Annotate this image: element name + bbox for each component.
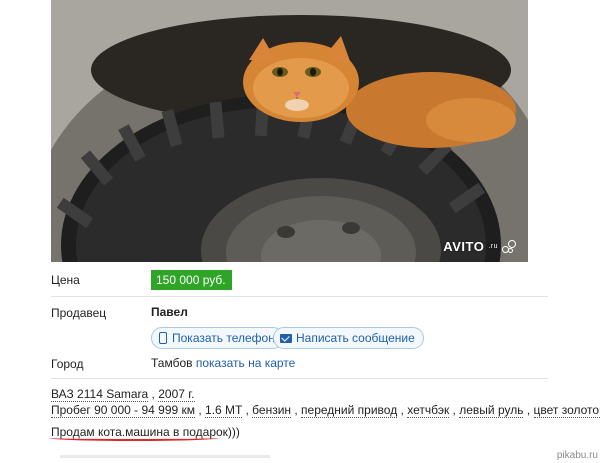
car-fuel: бензин (252, 403, 292, 418)
price-badge: 150 000 руб. (151, 270, 232, 290)
car-drive: передний привод (301, 403, 398, 418)
car-mileage: Пробег 90 000 - 94 999 км (51, 403, 195, 418)
show-phone-button[interactable]: Показать телефон (151, 327, 284, 349)
show-on-map-link[interactable]: показать на карте (196, 356, 296, 370)
description-line-1: ВАЗ 2114 Samara , 2007 г. (51, 387, 195, 402)
envelope-icon (280, 332, 292, 343)
car-engine: 1.6 MT (205, 403, 243, 418)
seller-label: Продавец (51, 306, 107, 320)
car-year: 2007 г. (158, 387, 195, 402)
city-name: Тамбов (151, 356, 193, 370)
phone-icon (158, 332, 168, 344)
description-line-2: Пробег 90 000 - 94 999 км , 1.6 MT , бен… (51, 403, 600, 418)
write-message-button[interactable]: Написать сообщение (273, 327, 424, 349)
listing-photo[interactable]: AVITO .ru (51, 0, 528, 262)
site-watermark: pikabu.ru (556, 450, 598, 461)
watermark-text: AVITO (443, 239, 485, 254)
price-label: Цена (51, 273, 80, 287)
city-label: Город (51, 357, 84, 371)
divider (51, 296, 548, 297)
cat-under-car-photo (51, 0, 528, 262)
car-color: цвет золотой (533, 403, 600, 418)
city-value: Тамбов показать на карте (151, 356, 295, 370)
cut-off-text-line (60, 455, 270, 458)
avito-watermark: AVITO .ru (443, 239, 516, 254)
car-body: хетчбэк (407, 403, 450, 418)
write-message-label: Написать сообщение (296, 331, 415, 345)
watermark-suffix: .ru (488, 243, 498, 250)
car-model: ВАЗ 2114 Samara (51, 387, 149, 402)
show-phone-label: Показать телефон (172, 331, 275, 345)
avito-logo-icon (502, 239, 516, 254)
seller-name: Павел (151, 305, 188, 319)
red-highlight-underline (49, 435, 219, 441)
divider (51, 378, 548, 379)
car-wheel: левый руль (459, 403, 524, 418)
